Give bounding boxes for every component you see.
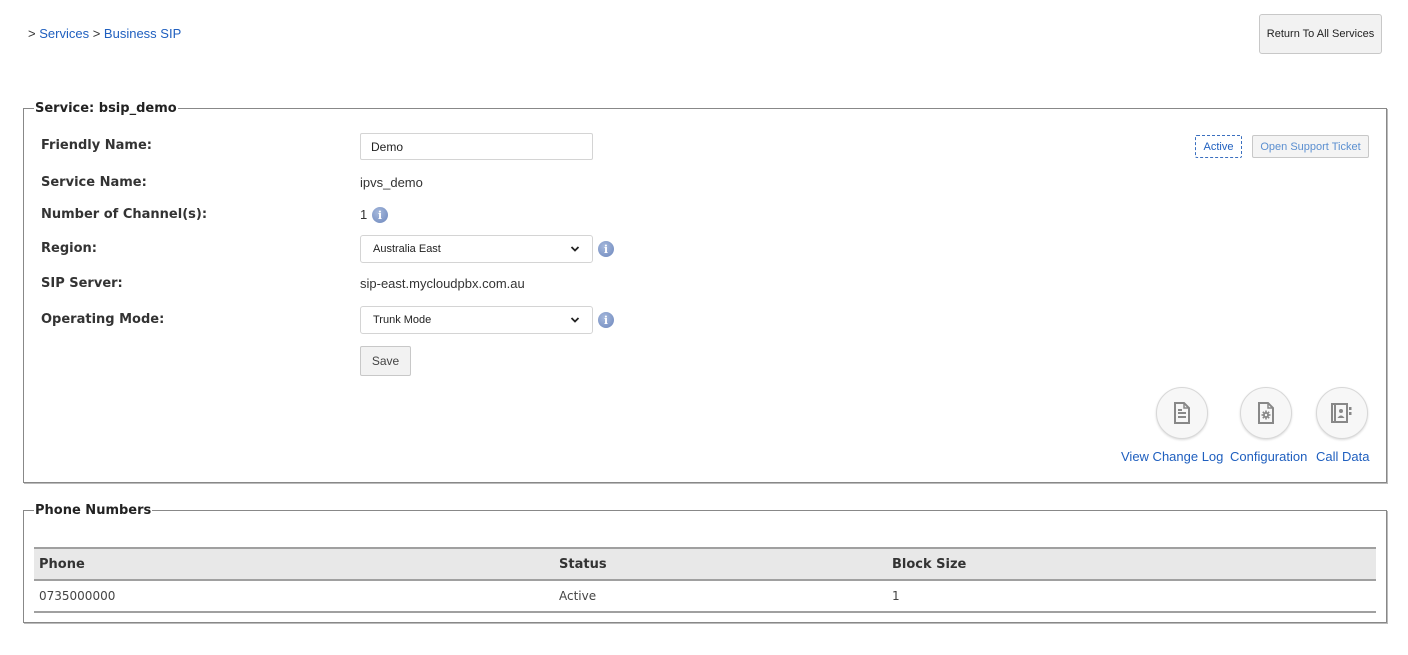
friendly-name-label: Friendly Name: xyxy=(41,138,152,153)
view-change-log-link[interactable]: View Change Log xyxy=(1121,449,1223,464)
open-support-ticket-button[interactable]: Open Support Ticket xyxy=(1252,135,1369,158)
phone-cell: 0735000000 xyxy=(34,580,554,613)
region-info-icon[interactable]: i xyxy=(598,241,614,257)
block-size-cell: 1 xyxy=(887,580,1376,613)
contact-book-icon xyxy=(1331,403,1352,423)
table-header-row: Phone Status Block Size xyxy=(34,547,1376,581)
document-icon xyxy=(1174,402,1190,424)
service-name-value: ipvs_demo xyxy=(360,175,423,190)
breadcrumb-services[interactable]: Services xyxy=(39,26,89,41)
operating-mode-label: Operating Mode: xyxy=(41,312,165,327)
friendly-name-input[interactable] xyxy=(360,133,593,160)
chevron-down-icon xyxy=(570,246,580,252)
operating-mode-select[interactable]: Trunk Mode xyxy=(360,306,593,334)
region-select[interactable]: Australia East xyxy=(360,235,593,263)
configuration-button[interactable] xyxy=(1240,387,1292,439)
call-data-button[interactable] xyxy=(1316,387,1368,439)
status-badge: Active xyxy=(1195,135,1242,158)
configuration-link[interactable]: Configuration xyxy=(1230,449,1307,464)
return-to-all-services-button[interactable]: Return To All Services xyxy=(1259,14,1382,54)
table-row[interactable]: 0735000000 Active 1 xyxy=(34,580,1376,613)
channels-info-icon[interactable]: i xyxy=(372,207,388,223)
column-header-block-size[interactable]: Block Size xyxy=(887,547,1376,581)
breadcrumb-business-sip[interactable]: Business SIP xyxy=(104,26,181,41)
view-change-log-button[interactable] xyxy=(1156,387,1208,439)
column-header-phone[interactable]: Phone xyxy=(34,547,554,581)
call-data-link[interactable]: Call Data xyxy=(1316,449,1369,464)
region-label: Region: xyxy=(41,241,97,256)
channels-label: Number of Channel(s): xyxy=(41,207,208,222)
config-file-icon xyxy=(1258,402,1274,424)
service-name-label: Service Name: xyxy=(41,175,147,190)
column-header-status[interactable]: Status xyxy=(554,547,887,581)
breadcrumb-separator: > xyxy=(92,26,101,41)
chevron-down-icon xyxy=(570,317,580,323)
region-selected-value: Australia East xyxy=(373,243,441,255)
breadcrumb-separator: > xyxy=(28,26,36,41)
channels-value: 1 xyxy=(360,207,368,222)
breadcrumb: > Services > Business SIP xyxy=(28,26,181,41)
service-legend: Service: bsip_demo xyxy=(35,101,177,116)
status-cell: Active xyxy=(554,580,887,613)
save-button[interactable]: Save xyxy=(360,346,411,376)
sip-server-value: sip-east.mycloudpbx.com.au xyxy=(360,276,525,291)
phone-numbers-table: Phone Status Block Size 0735000000 Activ… xyxy=(34,547,1376,613)
operating-mode-info-icon[interactable]: i xyxy=(598,312,614,328)
operating-mode-selected-value: Trunk Mode xyxy=(373,314,432,326)
phone-numbers-legend: Phone Numbers xyxy=(35,503,152,518)
sip-server-label: SIP Server: xyxy=(41,276,123,291)
